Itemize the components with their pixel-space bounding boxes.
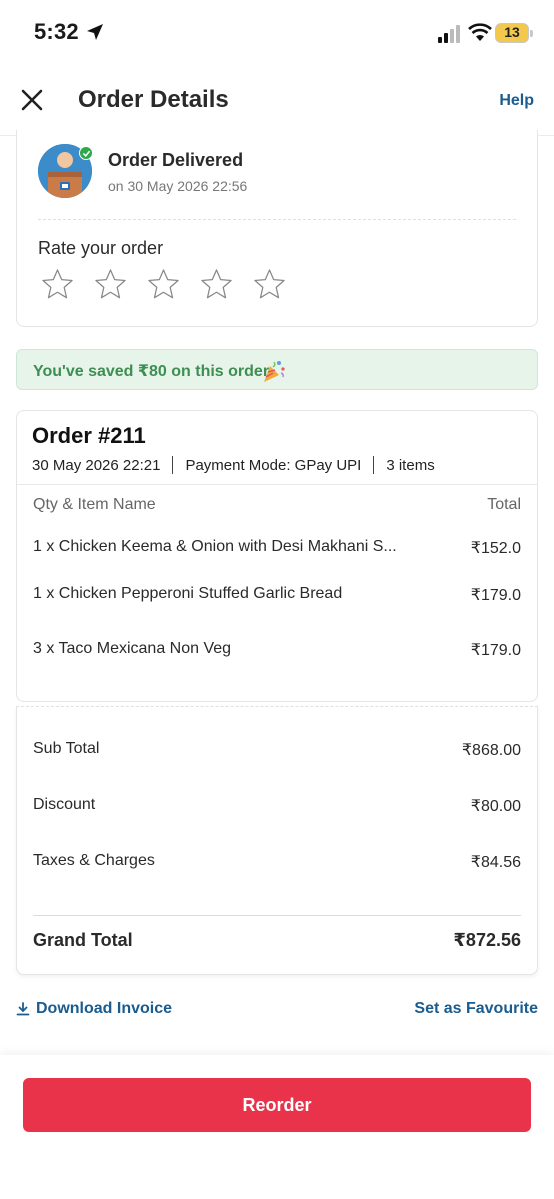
set-favourite-link[interactable]: Set as Favourite xyxy=(414,1000,538,1018)
help-link[interactable]: Help xyxy=(499,92,534,110)
location-arrow-icon xyxy=(87,24,103,40)
bill-summary-card: Sub Total ₹868.00 Discount ₹80.00 Taxes … xyxy=(16,706,538,975)
reorder-button[interactable]: Reorder xyxy=(23,1078,531,1132)
discount-value: ₹80.00 xyxy=(470,798,521,815)
status-time: 5:32 xyxy=(34,19,79,44)
grand-total-value: ₹872.56 xyxy=(453,930,521,950)
divider xyxy=(17,484,537,485)
page-title: Order Details xyxy=(78,86,229,113)
order-item-row: 1 x Chicken Keema & Onion with Desi Makh… xyxy=(33,538,521,562)
savings-text: You've saved ₹80 on this order xyxy=(33,363,270,380)
cellular-signal-icon xyxy=(438,25,460,43)
order-items-card: Order #211 30 May 2026 22:21 Payment Mod… xyxy=(16,410,538,702)
grand-total-label: Grand Total xyxy=(33,930,133,950)
rate-order-title: Rate your order xyxy=(38,238,164,258)
star-icon[interactable] xyxy=(147,268,180,301)
star-icon[interactable] xyxy=(200,268,233,301)
star-icon[interactable] xyxy=(253,268,286,301)
star-icon[interactable] xyxy=(94,268,127,301)
separator xyxy=(373,456,375,474)
delivered-check-icon xyxy=(79,146,93,160)
status-bar: 5:32 13 xyxy=(0,0,554,66)
order-item-price: ₹179.0 xyxy=(470,587,521,604)
separator xyxy=(172,456,174,474)
party-popper-icon xyxy=(264,361,285,382)
battery-icon: 13 xyxy=(495,23,533,43)
order-item-name: 1 x Chicken Pepperoni Stuffed Garlic Bre… xyxy=(33,585,343,602)
order-status-date: on 30 May 2026 22:56 xyxy=(108,178,248,194)
items-count: 3 items xyxy=(386,456,435,474)
order-item-row: 1 x Chicken Pepperoni Stuffed Garlic Bre… xyxy=(33,585,521,609)
divider xyxy=(33,915,521,916)
order-item-name: 1 x Chicken Keema & Onion with Desi Makh… xyxy=(33,538,397,555)
savings-banner: You've saved ₹80 on this order xyxy=(16,349,538,390)
order-item-price: ₹179.0 xyxy=(470,642,521,659)
payment-mode: Payment Mode: GPay UPI xyxy=(185,456,362,474)
sub-total-value: ₹868.00 xyxy=(461,742,521,759)
order-item-price: ₹152.0 xyxy=(470,540,521,557)
close-icon[interactable] xyxy=(18,86,46,114)
order-item-name: 3 x Taco Mexicana Non Veg xyxy=(33,640,232,657)
order-item-row: 3 x Taco Mexicana Non Veg ₹179.0 xyxy=(33,640,521,664)
rating-stars xyxy=(41,268,286,301)
order-actions: Download Invoice Set as Favourite xyxy=(16,1000,538,1022)
star-icon[interactable] xyxy=(41,268,74,301)
order-status-title: Order Delivered xyxy=(108,150,244,170)
sub-total-label: Sub Total xyxy=(33,740,100,757)
bottom-bar: Reorder xyxy=(0,1055,554,1199)
column-header-total: Total xyxy=(487,496,521,513)
order-date: 30 May 2026 22:21 xyxy=(32,456,161,474)
taxes-value: ₹84.56 xyxy=(470,854,521,871)
download-invoice-label: Download Invoice xyxy=(36,1000,173,1017)
header: Order Details Help xyxy=(0,66,554,136)
column-header-item: Qty & Item Name xyxy=(33,496,156,513)
divider xyxy=(38,219,516,220)
taxes-label: Taxes & Charges xyxy=(33,852,155,869)
download-invoice-link[interactable]: Download Invoice xyxy=(16,1000,172,1018)
order-meta: 30 May 2026 22:21 Payment Mode: GPay UPI… xyxy=(32,456,435,474)
discount-label: Discount xyxy=(33,796,96,813)
wifi-icon xyxy=(468,23,492,41)
order-number: Order #211 xyxy=(32,423,146,448)
order-status-card: Order Delivered on 30 May 2026 22:56 Rat… xyxy=(16,130,538,327)
download-icon xyxy=(16,1002,30,1016)
